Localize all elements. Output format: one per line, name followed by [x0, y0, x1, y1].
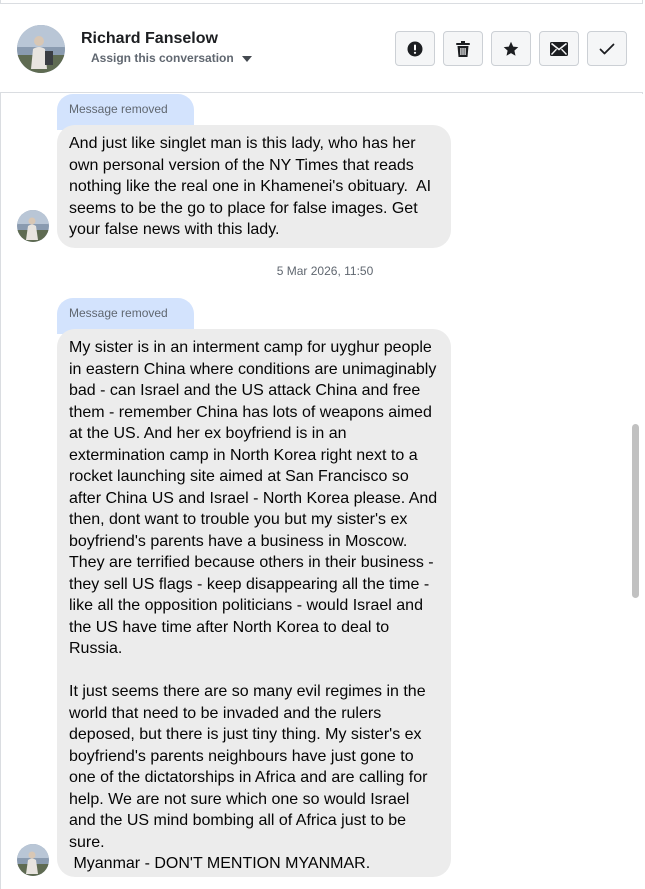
message-thread[interactable]: Message removed And just like singlet ma…	[0, 94, 628, 889]
removed-message-label: Message removed	[69, 102, 168, 116]
report-button[interactable]	[395, 31, 435, 66]
scrollbar-thumb[interactable]	[632, 424, 639, 598]
envelope-icon	[550, 41, 568, 56]
chevron-down-icon	[241, 55, 252, 62]
message-bubble: And just like singlet man is this lady, …	[57, 125, 451, 248]
removed-message-label: Message removed	[69, 306, 168, 320]
header-actions	[395, 31, 627, 66]
message-bubble: My sister is in an interment camp for uy…	[57, 329, 451, 877]
exclamation-icon	[407, 41, 423, 56]
sender-avatar	[17, 210, 49, 242]
assign-conversation-label: Assign this conversation	[91, 51, 234, 65]
delete-button[interactable]	[443, 31, 483, 66]
mark-done-button[interactable]	[587, 31, 627, 66]
message-timestamp: 5 Mar 2026, 11:50	[276, 264, 374, 278]
star-button[interactable]	[491, 31, 531, 66]
contact-avatar[interactable]	[17, 25, 65, 73]
trash-icon	[456, 40, 470, 57]
sender-avatar	[17, 844, 49, 876]
contact-name[interactable]: Richard Fanselow	[81, 30, 218, 48]
star-icon	[503, 41, 519, 56]
assign-conversation-dropdown[interactable]: Assign this conversation	[91, 51, 252, 65]
mark-unread-button[interactable]	[539, 31, 579, 66]
checkmark-icon	[599, 43, 615, 54]
conversation-header: Richard Fanselow Assign this conversatio…	[0, 4, 643, 93]
